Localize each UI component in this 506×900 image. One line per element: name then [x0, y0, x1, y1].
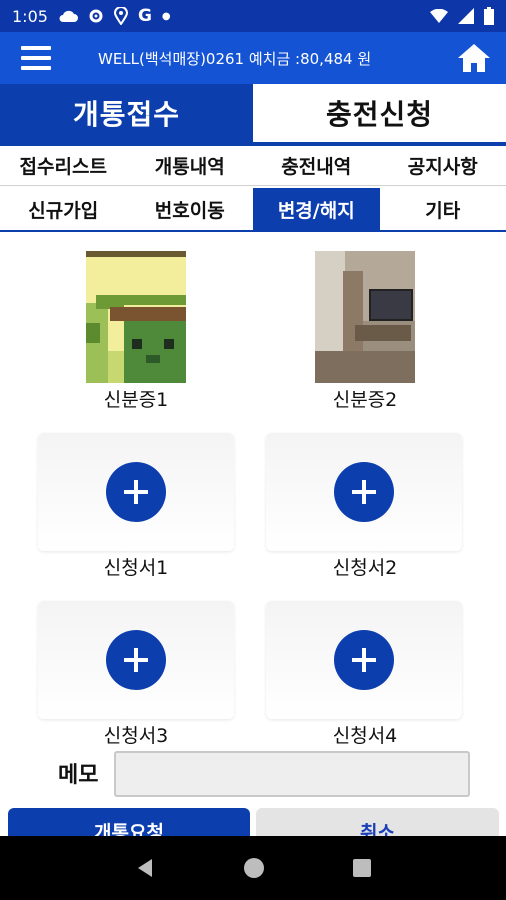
tab-new-signup[interactable]: 신규가입 [0, 188, 127, 230]
tab-other[interactable]: 기타 [380, 188, 506, 230]
tab-activation-intake[interactable]: 개통접수 [0, 84, 253, 142]
tab-change-cancel[interactable]: 변경/해지 [253, 188, 380, 230]
form-4-upload-button[interactable] [266, 601, 462, 719]
form-3-label: 신청서3 [103, 725, 169, 747]
form-2-upload-button[interactable] [266, 433, 462, 551]
form-3-upload-button[interactable] [38, 601, 234, 719]
form-1-upload-button[interactable] [38, 433, 234, 551]
sub-tabs: 접수리스트 개통내역 충전내역 공지사항 [0, 146, 506, 186]
form-2-label: 신청서2 [332, 557, 398, 579]
plus-icon [106, 630, 166, 690]
dot-icon: ● [161, 10, 171, 22]
status-time: 1:05 [12, 6, 48, 26]
status-bar: 1:05 G ● [0, 0, 506, 32]
main-tabs: 개통접수 충전신청 [0, 84, 506, 142]
plus-icon [334, 630, 394, 690]
store-balance-title: WELL(백석매장)0261 예치금 :80,484 원 [98, 49, 372, 68]
form-4-label: 신청서4 [332, 725, 398, 747]
tab-number-port[interactable]: 번호이동 [127, 188, 254, 230]
tab-charge-history[interactable]: 충전내역 [253, 146, 380, 185]
recents-icon[interactable] [352, 858, 372, 878]
form-1-label: 신청서1 [103, 557, 169, 579]
id-card-1-label: 신분증1 [103, 389, 169, 411]
plus-icon [334, 462, 394, 522]
back-icon[interactable] [134, 857, 156, 879]
system-nav-bar [0, 836, 506, 900]
google-icon: G [137, 6, 152, 26]
gear-icon [89, 9, 103, 23]
tab-activation-history[interactable]: 개통내역 [127, 146, 254, 185]
id-card-2-photo[interactable] [315, 251, 415, 383]
home-icon[interactable] [442, 32, 506, 84]
hamburger-menu-icon[interactable] [0, 32, 72, 84]
memo-input[interactable] [114, 751, 470, 797]
memo-label: 메모 [58, 763, 99, 788]
id-card-2-label: 신분증2 [332, 389, 398, 411]
wifi-icon [430, 9, 448, 23]
tab-charge-request[interactable]: 충전신청 [253, 84, 506, 142]
tab-intake-list[interactable]: 접수리스트 [0, 146, 127, 185]
category-tabs: 신규가입 번호이동 변경/해지 기타 [0, 188, 506, 232]
app-bar: WELL(백석매장)0261 예치금 :80,484 원 [0, 32, 506, 84]
location-icon [113, 7, 128, 25]
tab-notices[interactable]: 공지사항 [380, 146, 506, 185]
plus-icon [106, 462, 166, 522]
id-card-1-photo[interactable] [86, 251, 186, 383]
battery-icon [484, 7, 494, 25]
signal-icon [458, 8, 474, 24]
home-circle-icon[interactable] [243, 857, 265, 879]
cloud-icon [59, 10, 78, 22]
